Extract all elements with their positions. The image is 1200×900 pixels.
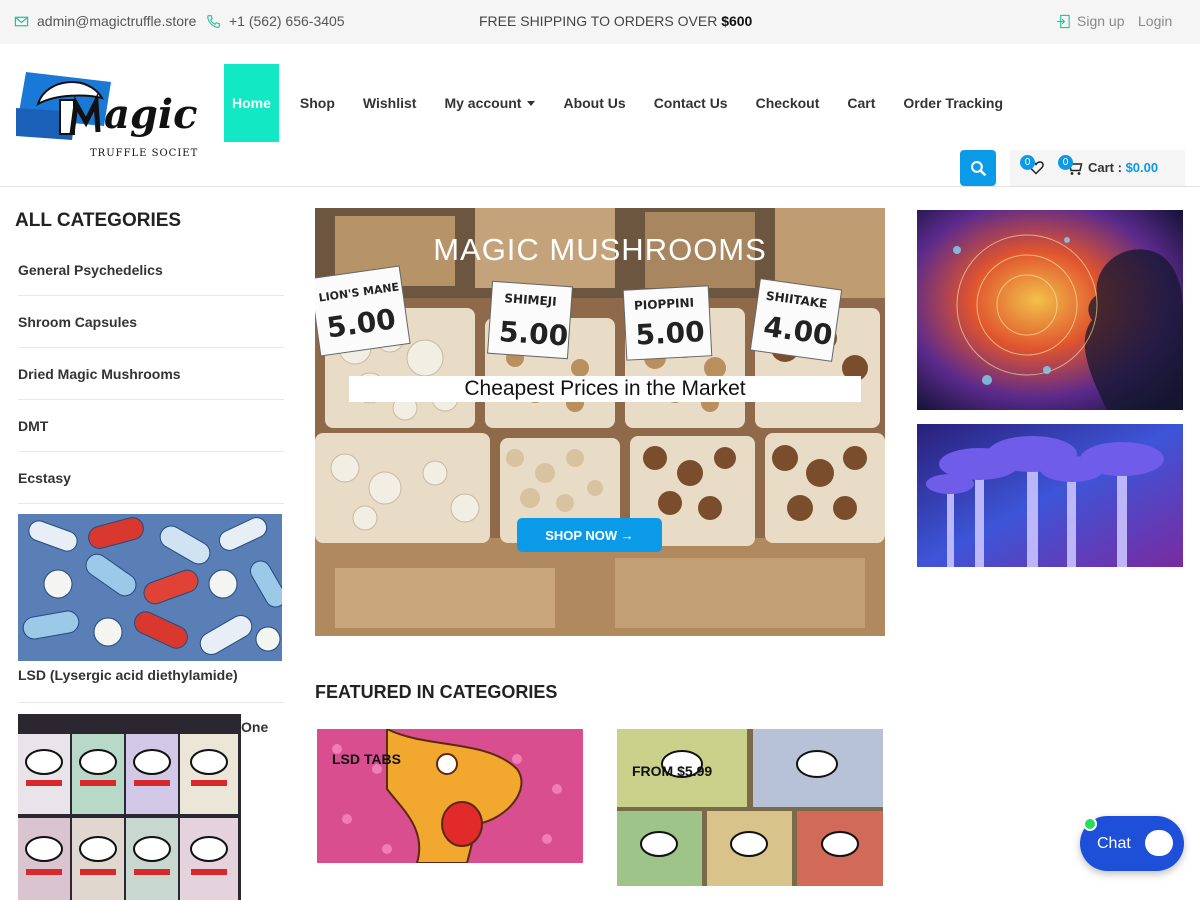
featured-card-from-price-label: FROM $5.99 (632, 763, 713, 779)
promo-text: FREE SHIPPING TO ORDERS OVER (479, 13, 718, 29)
signup-link[interactable]: Sign up (1056, 13, 1124, 29)
nav-contact-us[interactable]: Contact Us (640, 64, 742, 142)
nav-cart[interactable]: Cart (833, 64, 889, 142)
price-value-pioppini: 5.00 (635, 315, 706, 352)
featured-card-from-price[interactable]: FROM $5.99 (617, 729, 883, 886)
category-list: General Psychedelics Shroom Capsules Dri… (18, 244, 284, 504)
phone-contact[interactable]: +1 (562) 656-3405 (206, 13, 345, 29)
featured-title: FEATURED IN CATEGORIES (315, 682, 558, 702)
shipping-promo: FREE SHIPPING TO ORDERS OVER $600 (479, 13, 752, 29)
lsd-tabs-image (317, 729, 583, 863)
top-bar: admin@magictruffle.store +1 (562) 656-34… (0, 0, 1200, 44)
cart-label: Cart : (1088, 160, 1122, 175)
hero-slider[interactable]: LION'S MANE SHIMEJI PIOPPINI SHIITAKE 5.… (315, 208, 885, 636)
nav-my-account-label: My account (444, 95, 522, 111)
sidebar-divider (18, 702, 284, 703)
site-logo[interactable]: agic TRUFFLE SOCIETY (16, 68, 205, 160)
nav-order-tracking[interactable]: Order Tracking (889, 64, 1017, 142)
hero-subtitle: Cheapest Prices in the Market (349, 376, 861, 402)
search-button[interactable] (960, 150, 996, 186)
chat-widget[interactable]: Chat (1080, 816, 1184, 871)
cart-summary[interactable]: Cart : $0.00 (1088, 160, 1158, 175)
lsd-category-image[interactable] (18, 514, 282, 661)
hero-title: MAGIC MUSHROOMS (433, 232, 767, 267)
chat-icon (1145, 830, 1173, 856)
chocolate-bars-image (617, 729, 883, 886)
search-icon (970, 160, 986, 176)
nav-my-account[interactable]: My account (430, 64, 549, 142)
phone-icon (207, 14, 220, 28)
category-dmt[interactable]: DMT (18, 400, 284, 452)
header-cart-area: 0 0 Cart : $0.00 (1010, 150, 1185, 186)
signup-icon (1056, 14, 1070, 28)
email-icon (14, 16, 29, 26)
signup-label: Sign up (1077, 13, 1125, 29)
nav-about-us[interactable]: About Us (549, 64, 639, 142)
one-up-category-caption[interactable]: One (241, 719, 268, 735)
nav-checkout[interactable]: Checkout (742, 64, 834, 142)
phone-text: +1 (562) 656-3405 (229, 13, 345, 29)
logo-tagline: TRUFFLE SOCIETY (90, 148, 198, 159)
chevron-down-icon (527, 100, 536, 106)
nav-home[interactable]: Home (224, 64, 279, 142)
one-up-category-image[interactable] (18, 714, 241, 900)
logo-graphic: agic TRUFFLE SOCIETY (16, 72, 205, 159)
featured-card-lsd-tabs[interactable]: LSD TABS (317, 729, 583, 863)
cart-total: $0.00 (1125, 160, 1159, 175)
email-contact[interactable]: admin@magictruffle.store (14, 13, 196, 29)
cart-count-badge: 0 (1058, 155, 1073, 170)
shop-now-button[interactable]: SHOP NOW → (517, 518, 662, 552)
glowing-mushrooms-banner[interactable] (917, 424, 1183, 567)
online-status-indicator (1083, 817, 1097, 831)
hero-image: LION'S MANE SHIMEJI PIOPPINI SHIITAKE 5.… (315, 208, 885, 636)
psychedelic-face-banner[interactable] (917, 210, 1183, 410)
category-dried-magic-mushrooms[interactable]: Dried Magic Mushrooms (18, 348, 284, 400)
main-nav: Home Shop Wishlist My account About Us C… (224, 64, 1017, 142)
featured-card-lsd-tabs-label: LSD TABS (332, 751, 401, 767)
logo-text: agic (104, 91, 197, 138)
site-header: agic TRUFFLE SOCIETY Home Shop Wishlist … (0, 44, 1200, 187)
sidebar-title: ALL CATEGORIES (15, 210, 182, 231)
nav-wishlist[interactable]: Wishlist (349, 64, 431, 142)
category-shroom-capsules[interactable]: Shroom Capsules (18, 296, 284, 348)
nav-shop[interactable]: Shop (279, 64, 349, 142)
login-label: Login (1138, 13, 1173, 29)
chat-label: Chat (1097, 835, 1131, 852)
category-general-psychedelics[interactable]: General Psychedelics (18, 244, 284, 296)
promo-amount: $600 (721, 13, 753, 29)
email-text: admin@magictruffle.store (37, 13, 197, 29)
login-link[interactable]: Login (1138, 13, 1172, 29)
category-ecstasy[interactable]: Ecstasy (18, 452, 284, 504)
wishlist-count-badge: 0 (1020, 155, 1035, 170)
price-value-shimeji: 5.00 (498, 315, 569, 353)
lsd-category-caption[interactable]: LSD (Lysergic acid diethylamide) (18, 667, 238, 683)
